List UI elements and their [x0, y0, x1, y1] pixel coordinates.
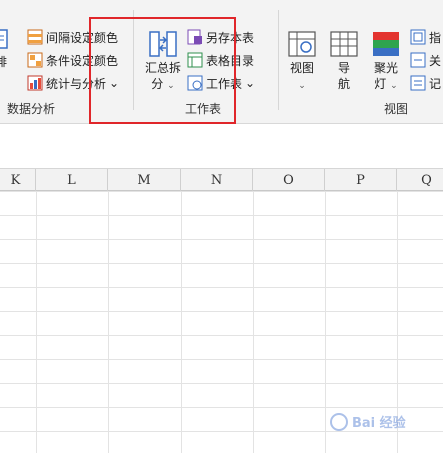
view-button[interactable]: 视图 ⌄: [284, 30, 320, 94]
grid-line: [108, 191, 109, 453]
save-sheet-label: 另存本表: [206, 30, 255, 45]
chevron-down-icon: ⌄: [298, 81, 306, 91]
paw-icon: [330, 412, 348, 431]
chevron-down-icon: ⌄: [109, 76, 120, 90]
table-toc-button[interactable]: 表格目录: [187, 50, 254, 70]
summarize-split-icon: [149, 31, 177, 57]
pointer-icon: [410, 29, 426, 45]
grid-line: [253, 191, 254, 453]
view-icon: [288, 31, 316, 57]
save-sheet-icon: [187, 29, 202, 45]
chevron-down-icon: ⌄: [167, 81, 175, 91]
summarize-split-label-2: 分: [151, 77, 164, 91]
condition-color-label: 条件设定颜色: [46, 53, 119, 68]
group-separator: [133, 10, 134, 110]
right-item-2-label: 关: [429, 53, 442, 68]
spotlight-label-1: 聚光: [373, 61, 398, 75]
interval-color-label: 间隔设定颜色: [46, 30, 119, 45]
interval-color-button[interactable]: 间隔设定颜色: [27, 27, 118, 47]
condition-color-button[interactable]: 条件设定颜色: [27, 50, 118, 70]
navigation-button[interactable]: 导 航: [326, 30, 362, 92]
right-item-3-button[interactable]: 记: [410, 73, 441, 93]
stats-analysis-label: 统计与分析: [46, 76, 107, 91]
chevron-down-icon: ⌄: [390, 81, 398, 91]
group-label-data-analysis: 数据分析: [7, 102, 56, 116]
chevron-down-icon: ⌄: [245, 76, 256, 90]
summarize-split-button[interactable]: 汇总拆 分 ⌄: [141, 30, 185, 94]
worksheet-menu-label: 工作表: [206, 76, 243, 91]
partial-left-button[interactable]: 排: [0, 28, 12, 70]
right-item-2-button[interactable]: 关: [410, 50, 441, 70]
ribbon: 排 间隔设定颜色 条件设定颜色 统计与分析 ⌄ 数据分析 汇总拆 分 ⌄ 另存本…: [0, 0, 443, 124]
group-label-worksheet: 工作表: [185, 102, 222, 116]
column-header-q[interactable]: Q: [397, 169, 443, 191]
partial-left-label: 排: [0, 55, 7, 69]
view-label: 视图: [289, 61, 314, 75]
navigation-icon: [330, 31, 358, 57]
summarize-split-label-1: 汇总拆: [144, 61, 181, 75]
formula-area[interactable]: [0, 124, 443, 169]
spotlight-icon: [373, 32, 399, 56]
table-toc-icon: [187, 52, 203, 68]
interval-color-icon: [27, 29, 43, 45]
column-header-p[interactable]: P: [325, 169, 397, 191]
column-header-k[interactable]: K: [0, 169, 36, 191]
grid-line: [181, 191, 182, 453]
column-headers: K L M N O P Q: [0, 169, 443, 191]
stats-analysis-icon: [27, 75, 43, 91]
spotlight-label-2: 灯: [374, 77, 387, 91]
column-header-m[interactable]: M: [108, 169, 181, 191]
grid-line: [325, 191, 326, 453]
column-header-o[interactable]: O: [253, 169, 325, 191]
right-item-1-label: 指: [429, 30, 442, 45]
grid-line: [36, 191, 37, 453]
column-header-n[interactable]: N: [181, 169, 253, 191]
navigation-label-1: 导: [337, 61, 350, 75]
watermark-text: Bai 经验: [352, 416, 406, 431]
note-icon: [410, 75, 426, 91]
condition-color-icon: [27, 52, 43, 68]
table-toc-label: 表格目录: [206, 53, 255, 68]
link-icon: [410, 52, 426, 68]
spotlight-button[interactable]: 聚光 灯 ⌄: [366, 30, 406, 94]
worksheet-icon: [187, 75, 203, 91]
group-label-view: 视图: [384, 102, 409, 116]
save-sheet-button[interactable]: 另存本表: [187, 27, 254, 47]
navigation-label-2: 航: [337, 77, 350, 91]
column-header-l[interactable]: L: [36, 169, 108, 191]
right-item-1-button[interactable]: 指: [410, 27, 441, 47]
sort-icon: [0, 29, 8, 49]
group-separator: [278, 10, 279, 110]
worksheet-menu-button[interactable]: 工作表 ⌄: [187, 73, 255, 93]
watermark: Bai 经验: [330, 412, 406, 431]
stats-analysis-button[interactable]: 统计与分析 ⌄: [27, 73, 119, 93]
right-item-3-label: 记: [429, 76, 442, 91]
